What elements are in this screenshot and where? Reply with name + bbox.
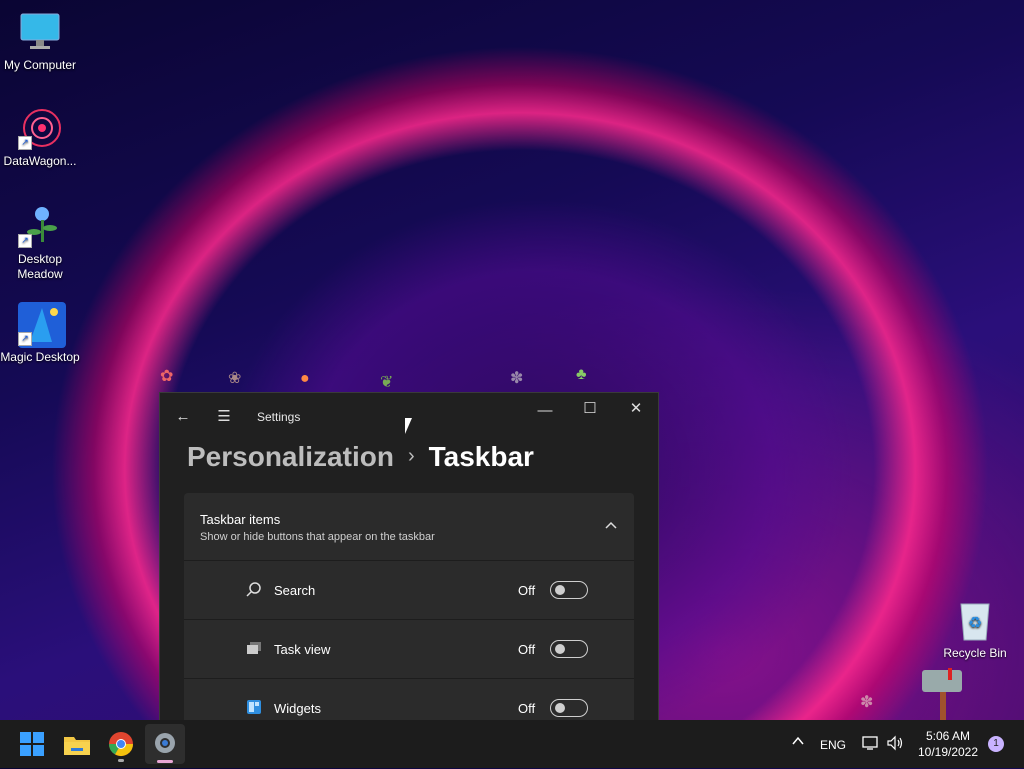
settings-icon[interactable] (145, 724, 185, 764)
task-view-icon (246, 640, 262, 656)
desktop-icon-my-computer[interactable]: My Computer (0, 10, 80, 73)
task-view-toggle[interactable] (550, 640, 588, 658)
section-subtitle: Show or hide buttons that appear on the … (200, 531, 435, 543)
active-indicator (157, 760, 173, 763)
window-title: Settings (257, 410, 301, 424)
setting-state: Off (518, 583, 536, 598)
section-title: Taskbar items (200, 512, 281, 527)
setting-label: Search (274, 583, 316, 598)
clock-time: 5:06 AM (925, 729, 971, 743)
chevron-up-icon[interactable] (604, 517, 618, 533)
setting-label: Widgets (274, 701, 321, 716)
breadcrumb: Personalization › Taskbar (187, 441, 534, 473)
meadow-plant-decoration: ❦ (380, 374, 394, 391)
taskbar: ENG 5:06 AM 10/19/2022 (0, 720, 1024, 768)
svg-text:♻: ♻ (968, 613, 982, 632)
show-hidden-icons-chevron-icon[interactable] (791, 734, 805, 751)
desktop-icon-label: Desktop Meadow (17, 252, 63, 281)
search-toggle[interactable] (550, 581, 588, 599)
desktop-icon-desktop-meadow[interactable]: ↗ Desktop Meadow (0, 204, 80, 282)
setting-state: Off (518, 701, 536, 716)
setting-state: Off (518, 642, 536, 657)
breadcrumb-parent-link[interactable]: Personalization (187, 441, 394, 472)
running-indicator (118, 759, 124, 762)
desktop-icon-label: Magic Desktop (0, 350, 80, 364)
network-icon[interactable] (862, 735, 880, 754)
meadow-plant-decoration: ❀ (228, 370, 242, 387)
close-button[interactable]: ✕ (621, 395, 651, 423)
desktop-icon-recycle-bin[interactable]: ♻ Recycle Bin (935, 598, 1015, 661)
mouse-cursor-icon (405, 418, 419, 434)
wizard-icon: ↗ (18, 302, 66, 348)
desktop-icon-label: My Computer (3, 58, 77, 72)
nav-menu-button[interactable]: ☰ (209, 403, 239, 431)
page-title: Taskbar (428, 441, 534, 472)
toggle-knob (555, 585, 565, 595)
volume-icon[interactable] (886, 735, 904, 754)
desktop-icon-label: DataWagon... (3, 154, 77, 168)
mandala-icon: ↗ (18, 106, 62, 150)
monitor-icon (18, 10, 62, 54)
chrome-icon[interactable] (105, 728, 137, 762)
meadow-mushroom-decoration: ● (300, 370, 310, 387)
breadcrumb-chevron-icon: › (407, 445, 415, 467)
mailbox-decoration (922, 666, 962, 720)
meadow-plant-decoration: ✽ (860, 694, 874, 711)
widgets-toggle[interactable] (550, 699, 588, 717)
taskbar-items-section: Taskbar items Show or hide buttons that … (184, 493, 634, 721)
setting-label: Task view (274, 642, 331, 657)
language-indicator[interactable]: ENG (820, 738, 846, 752)
desktop-icon-datawagon[interactable]: ↗ DataWagon... (0, 106, 80, 169)
setting-row-task-view: Task view Off (184, 620, 634, 679)
shortcut-arrow-icon: ↗ (18, 234, 32, 248)
maximize-button[interactable]: ☐ (575, 395, 605, 423)
meadow-flower-decoration: ✿ (160, 368, 174, 385)
meadow-plant-decoration: ✽ (510, 370, 524, 387)
desktop-icon-label: Recycle Bin (943, 646, 1007, 660)
start-icon[interactable] (16, 728, 48, 760)
search-icon (246, 581, 262, 597)
clock-date: 10/19/2022 (917, 745, 979, 759)
shortcut-arrow-icon: ↗ (18, 136, 32, 150)
notification-badge[interactable]: 1 (988, 736, 1004, 752)
minimize-button[interactable]: — (530, 397, 560, 425)
desktop-icon-magic-desktop[interactable]: ↗ Magic Desktop (0, 302, 80, 365)
toggle-knob (555, 644, 565, 654)
flower-icon: ↗ (18, 204, 62, 248)
back-button[interactable]: ← (168, 403, 198, 431)
setting-row-widgets: Widgets Off (184, 679, 634, 721)
widgets-icon (246, 699, 262, 715)
file-explorer-icon[interactable] (61, 728, 93, 760)
meadow-bird-decoration: ♣ (576, 366, 587, 383)
section-header[interactable]: Taskbar items Show or hide buttons that … (184, 493, 634, 561)
shortcut-arrow-icon: ↗ (18, 332, 32, 346)
settings-window: ← ☰ Settings — ☐ ✕ Personalization › Taskb… (159, 392, 659, 722)
recycle-bin-icon: ♻ (953, 598, 997, 642)
clock[interactable]: 5:06 AM 10/19/2022 (912, 728, 984, 760)
toggle-knob (555, 703, 565, 713)
setting-row-search: Search Off (184, 561, 634, 620)
